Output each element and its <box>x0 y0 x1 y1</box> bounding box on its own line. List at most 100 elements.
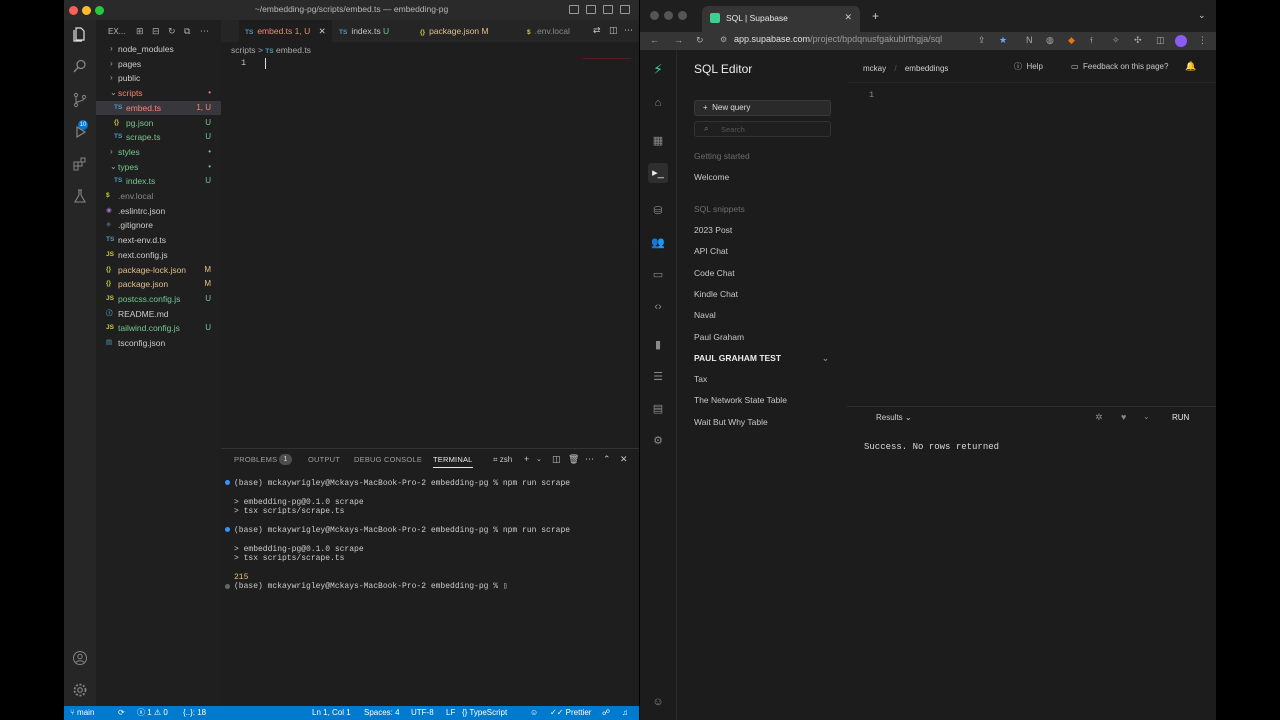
tab-terminal[interactable]: TERMINAL <box>433 455 473 468</box>
tree-item[interactable]: › node_modules <box>96 42 221 57</box>
new-folder-icon[interactable]: ⊟ <box>152 26 160 37</box>
snippet-item[interactable]: Wait But Why Table <box>694 417 768 427</box>
notifications-bell-icon[interactable]: 🔔 <box>1185 61 1196 72</box>
share-icon[interactable]: ⇪ <box>978 35 986 46</box>
settings-icon[interactable]: ✲ <box>1095 412 1103 423</box>
explorer-icon[interactable] <box>72 26 88 42</box>
tab-index-ts[interactable]: TS index.ts U <box>333 20 395 42</box>
trash-icon[interactable]: 🗑 <box>568 454 579 465</box>
manage-gear-icon[interactable] <box>72 682 88 698</box>
tree-item[interactable]: JS postcss.config.js U <box>96 292 221 307</box>
snippet-item[interactable]: PAUL GRAHAM TEST ⌄ <box>694 353 831 363</box>
breadcrumb-folder[interactable]: scripts <box>231 45 256 55</box>
tree-item[interactable]: JS tailwind.config.js U <box>96 321 221 336</box>
problems-indicator[interactable]: ⓧ 1 ⚠ 0 <box>137 706 168 720</box>
new-query-button[interactable]: + New query <box>694 100 831 116</box>
maximize-panel-icon[interactable]: ⌃ <box>603 454 611 465</box>
editor-more-icon[interactable]: ⋯ <box>624 25 633 36</box>
snippet-item[interactable]: Naval <box>694 310 716 320</box>
sql-query-editor[interactable]: 1 <box>847 82 1216 402</box>
sql-editor-icon[interactable]: ▸_ <box>648 163 668 183</box>
user-profile-icon[interactable]: ☺ <box>651 695 665 709</box>
snippet-item[interactable]: 2023 Post <box>694 225 732 235</box>
source-control-icon[interactable] <box>72 92 88 108</box>
close-tab-icon[interactable]: ✕ <box>844 12 852 23</box>
testing-icon[interactable] <box>72 188 88 204</box>
tree-item[interactable]: ◉ .eslintrc.json <box>96 204 221 219</box>
back-icon[interactable]: ← <box>650 35 659 45</box>
chevron-down-icon[interactable]: ⌄ <box>1143 412 1150 421</box>
tree-item[interactable]: {} package-lock.json M <box>96 263 221 278</box>
search-input[interactable] <box>721 124 821 135</box>
reload-icon[interactable]: ↻ <box>696 35 704 46</box>
tree-item[interactable]: ⌄ scripts • <box>96 86 221 101</box>
breadcrumb-org[interactable]: mckay <box>863 64 886 73</box>
run-button[interactable]: RUN <box>1172 413 1189 422</box>
tree-item[interactable]: ◆ .gitignore <box>96 218 221 233</box>
notifications-bell-icon[interactable]: ♫ <box>622 706 628 720</box>
panel-more-icon[interactable]: ⋯ <box>585 454 594 465</box>
profile-avatar[interactable] <box>1175 35 1187 47</box>
cursor-position[interactable]: Ln 1, Col 1 <box>312 706 351 720</box>
tab-debug-console[interactable]: DEBUG CONSOLE <box>354 455 422 464</box>
home-icon[interactable]: ⌂ <box>651 96 665 110</box>
metamask-extension-icon[interactable]: ◆ <box>1068 35 1075 46</box>
language-mode[interactable]: {} TypeScript <box>462 706 507 720</box>
snippet-welcome[interactable]: Welcome <box>694 172 729 182</box>
status-extra[interactable]: {..}: 18 <box>183 706 206 720</box>
tree-item[interactable]: TS scrape.ts U <box>96 130 221 145</box>
snippet-item[interactable]: The Network State Table <box>694 395 787 405</box>
branch-indicator[interactable]: ⑂ main <box>70 706 94 720</box>
tree-item[interactable]: › public <box>96 71 221 86</box>
extension-icon[interactable]: 𝔣 <box>1090 35 1093 46</box>
tree-item[interactable]: TS index.ts U <box>96 174 221 189</box>
feedback-icon[interactable]: ☍ <box>602 706 610 720</box>
toggle-panel-icon[interactable] <box>586 5 596 14</box>
account-icon[interactable] <box>72 650 88 666</box>
snippet-menu-chevron-icon[interactable]: ⌄ <box>822 353 829 364</box>
settings-gear-icon[interactable]: ⚙ <box>651 434 665 448</box>
help-button[interactable]: ⓘ Help <box>1014 59 1064 75</box>
address-bar[interactable]: app.supabase.com/project/bpdqnusfgakublr… <box>734 34 942 44</box>
supabase-logo-icon[interactable]: ⚡ <box>651 62 665 76</box>
close-window-icon[interactable] <box>650 11 659 20</box>
copilot-icon[interactable]: ☺ <box>530 706 538 720</box>
tab-package-json[interactable]: {} package.json M <box>414 20 495 42</box>
minimize-window-icon[interactable] <box>664 11 673 20</box>
sidepanel-icon[interactable]: ◫ <box>1156 35 1165 46</box>
storage-icon[interactable]: ▭ <box>651 268 665 282</box>
tree-item[interactable]: $ .env.local <box>96 189 221 204</box>
tree-item[interactable]: ⌄ types • <box>96 160 221 175</box>
prettier-indicator[interactable]: ✓✓ Prettier <box>550 706 591 720</box>
extensions-icon[interactable] <box>72 156 88 172</box>
command-status-icon[interactable] <box>225 583 230 589</box>
end-of-line[interactable]: LF <box>446 706 455 720</box>
command-status-icon[interactable] <box>225 480 230 486</box>
tree-item[interactable]: ⓘ README.md <box>96 307 221 322</box>
maximize-window-icon[interactable] <box>678 11 687 20</box>
tab-search-chevron-icon[interactable]: ⌄ <box>1198 10 1206 21</box>
chevron-down-icon[interactable]: ⌄ <box>536 455 542 463</box>
snippet-item[interactable]: Kindle Chat <box>694 289 738 299</box>
auth-users-icon[interactable]: 👥 <box>651 236 665 250</box>
extension-icon[interactable]: ◍ <box>1046 35 1054 46</box>
feedback-button[interactable]: ▭ Feedback on this page? <box>1071 59 1181 75</box>
forward-icon[interactable]: → <box>674 35 683 45</box>
snippet-item[interactable]: Paul Graham <box>694 332 744 342</box>
encoding[interactable]: UTF-8 <box>411 706 434 720</box>
split-terminal-icon[interactable]: ◫ <box>552 454 561 465</box>
tree-item[interactable]: JS next.config.js <box>96 248 221 263</box>
text-cursor[interactable] <box>265 58 266 69</box>
bookmark-star-icon[interactable]: ★ <box>999 35 1007 46</box>
tree-item[interactable]: ▤ tsconfig.json <box>96 336 221 351</box>
tab-env-local[interactable]: $ .env.local <box>521 20 576 42</box>
breadcrumb-project[interactable]: embeddings <box>905 64 949 73</box>
extensions-puzzle-icon[interactable]: ✣ <box>1134 35 1142 46</box>
collapse-all-icon[interactable]: ⧉ <box>184 26 190 37</box>
close-panel-icon[interactable]: ✕ <box>620 454 628 465</box>
extension-icon[interactable]: ✧ <box>1112 35 1120 46</box>
toggle-sidebar-icon[interactable] <box>569 5 579 14</box>
edge-functions-icon[interactable]: ‹› <box>651 300 665 314</box>
database-icon[interactable]: ⛁ <box>651 204 665 218</box>
indentation[interactable]: Spaces: 4 <box>364 706 400 720</box>
